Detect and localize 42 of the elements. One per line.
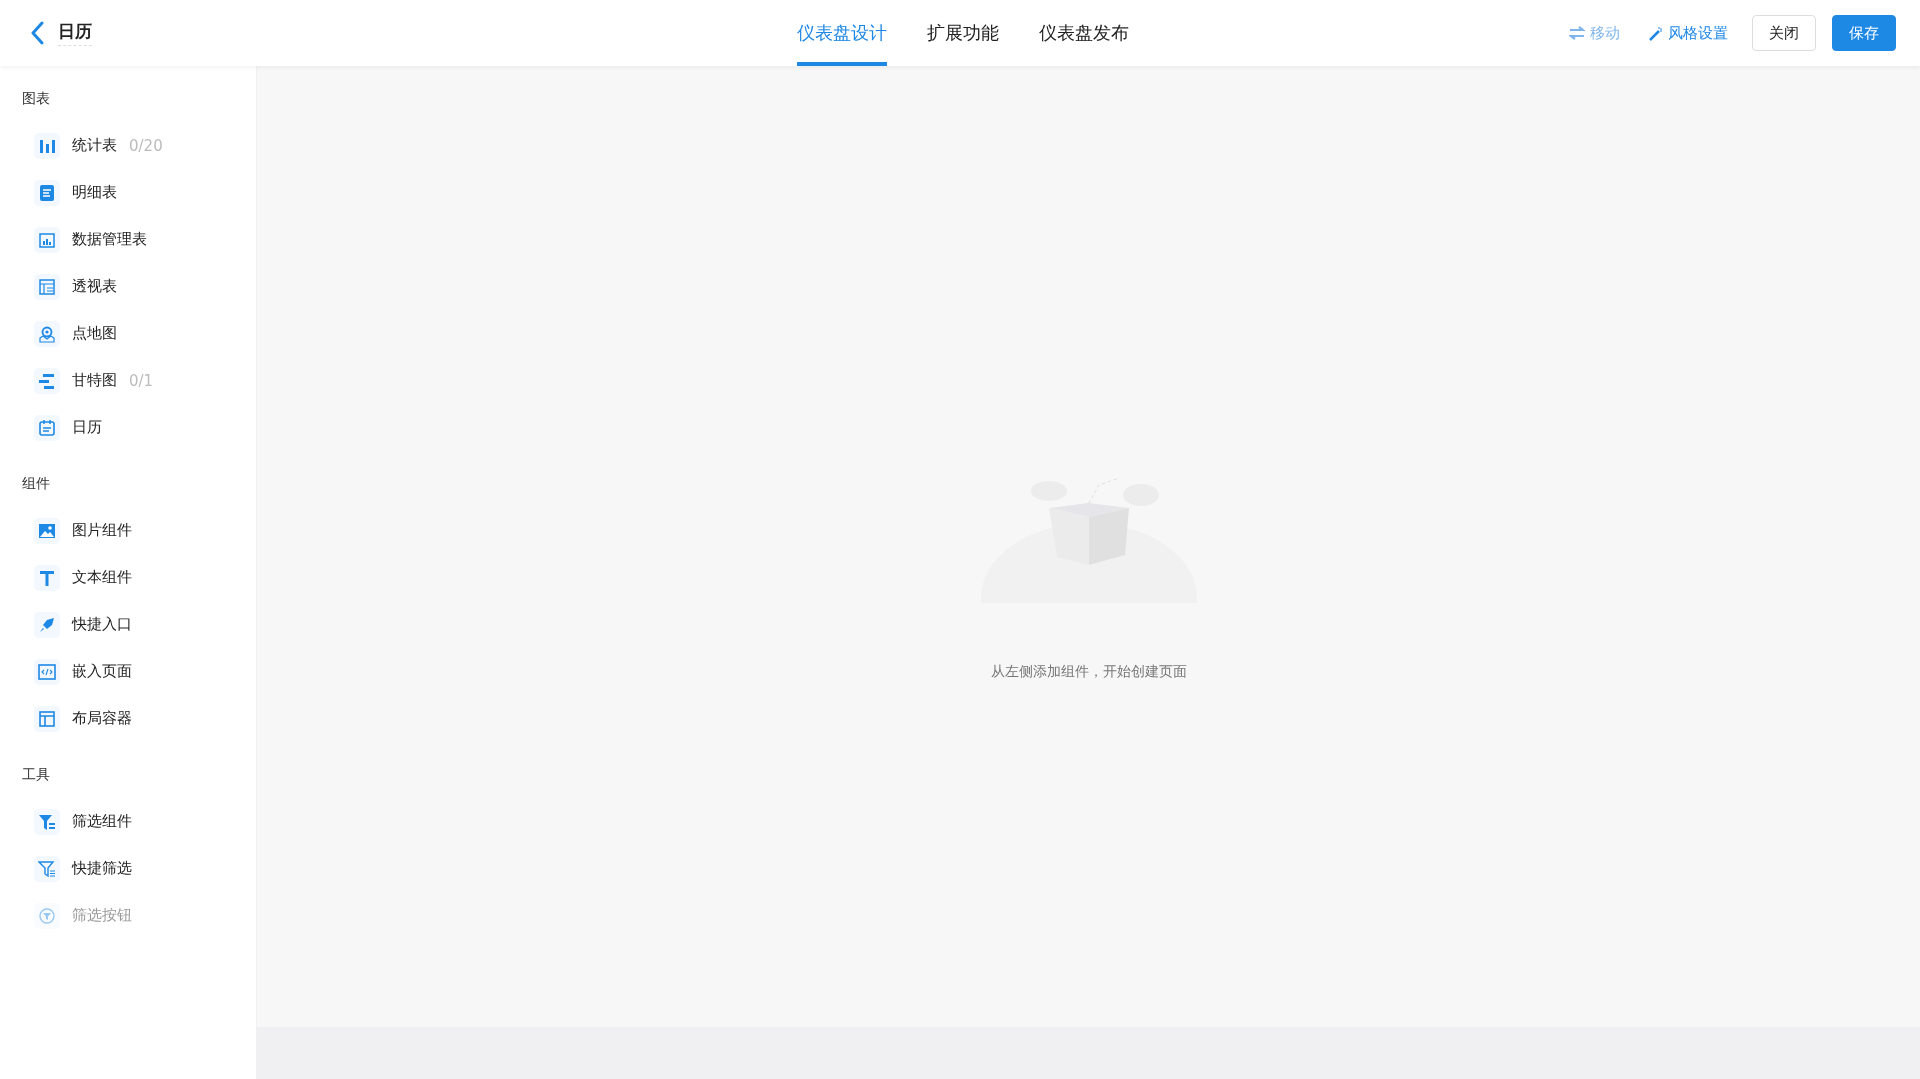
sidebar-item[interactable]: 快捷入口: [0, 601, 256, 648]
sidebar-item[interactable]: 日历: [0, 404, 256, 451]
sidebar-item[interactable]: 点地图: [0, 310, 256, 357]
sidebar-item[interactable]: 筛选组件: [0, 798, 256, 845]
sidebar-item[interactable]: 布局容器: [0, 695, 256, 742]
sidebar-item[interactable]: 图片组件: [0, 507, 256, 554]
back-icon[interactable]: [30, 21, 44, 45]
calendar-icon: [34, 414, 60, 441]
section-title: 工具: [21, 765, 51, 784]
page-title[interactable]: 日历: [58, 20, 92, 46]
save-button[interactable]: 保存: [1832, 15, 1896, 51]
text-icon: [34, 564, 60, 591]
sidebar-item[interactable]: 明细表: [0, 169, 256, 216]
filter-list-icon: [34, 855, 60, 882]
style-settings-button[interactable]: 风格设置: [1640, 23, 1736, 43]
section-title: 组件: [21, 474, 51, 493]
usage-count: 0/1: [129, 371, 154, 390]
sidebar-item[interactable]: 快捷筛选: [0, 845, 256, 892]
bar-chart-icon: [34, 132, 60, 159]
sidebar-item[interactable]: 数据管理表: [0, 216, 256, 263]
layout-icon: [34, 705, 60, 732]
image-icon: [34, 517, 60, 544]
magic-wand-icon: [1648, 25, 1663, 41]
sidebar-item[interactable]: 甘特图 0/1: [0, 357, 256, 404]
code-icon: [34, 658, 60, 685]
tab[interactable]: 扩展功能: [927, 0, 999, 66]
sidebar-item[interactable]: 透视表: [0, 263, 256, 310]
empty-state-message: 从左侧添加组件，开始创建页面: [990, 662, 1187, 681]
close-button[interactable]: 关闭: [1752, 15, 1816, 51]
swap-arrows-icon: [1569, 26, 1585, 40]
table-icon: [34, 273, 60, 300]
filter-icon: [34, 808, 60, 835]
sidebar-item[interactable]: 嵌入页面: [0, 648, 256, 695]
document-icon: [34, 179, 60, 206]
gantt-icon: [34, 367, 60, 394]
sidebar-item[interactable]: 统计表 0/20: [0, 122, 256, 169]
chart-board-icon: [34, 226, 60, 253]
tab[interactable]: 仪表盘发布: [1039, 0, 1129, 66]
map-pin-icon: [34, 320, 60, 347]
sidebar-item[interactable]: 文本组件: [0, 554, 256, 601]
section-title: 图表: [21, 89, 51, 108]
usage-count: 0/20: [129, 136, 163, 155]
